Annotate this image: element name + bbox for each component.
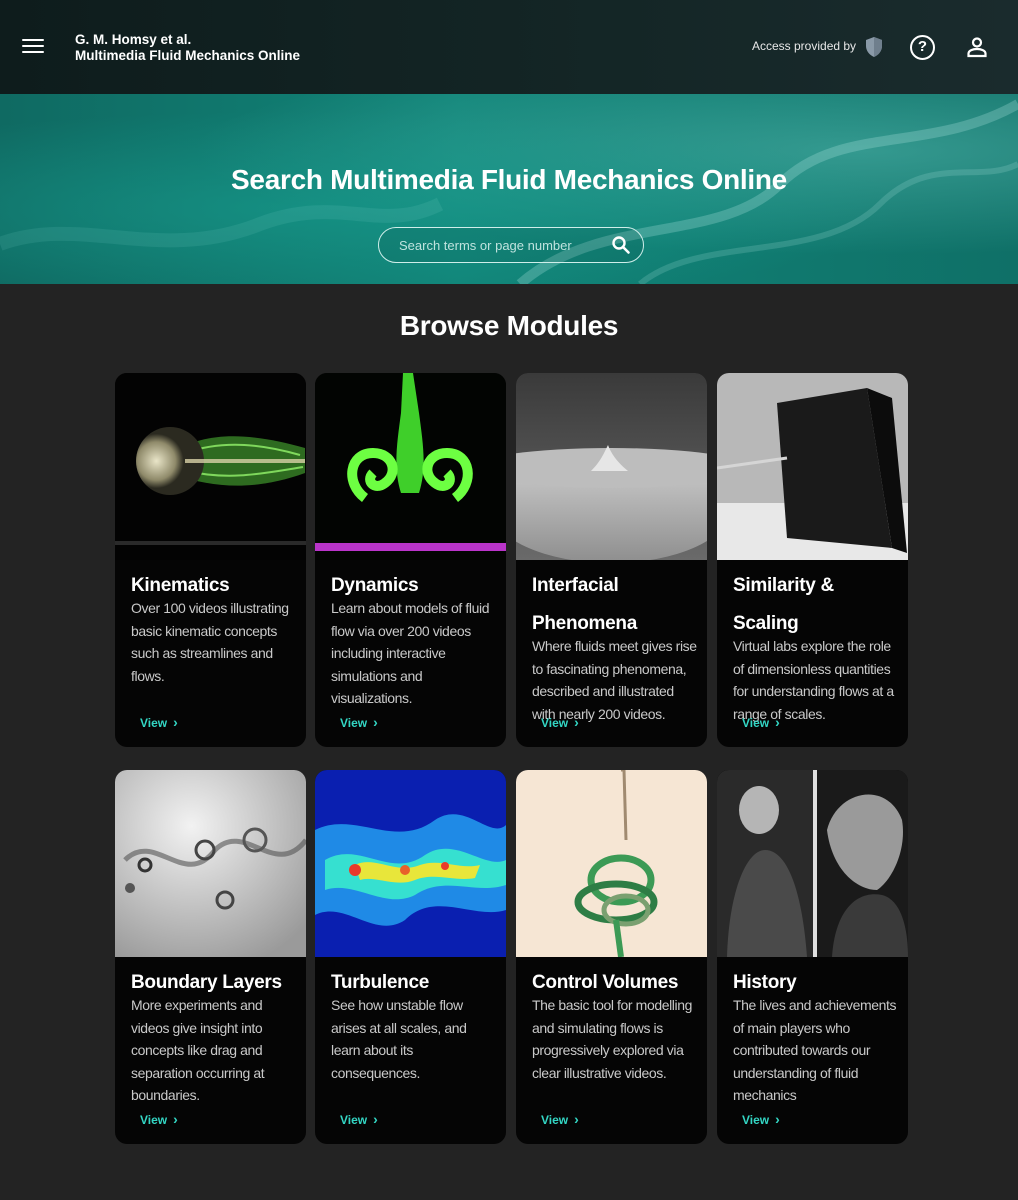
view-label: View: [340, 1113, 368, 1127]
module-card-similarity-scaling[interactable]: Similarity & Scaling Virtual labs explor…: [717, 373, 908, 747]
view-link[interactable]: View ›: [340, 1111, 378, 1127]
similarity-scaling-thumbnail: [717, 373, 908, 560]
module-card-control-volumes[interactable]: Control Volumes The basic tool for model…: [516, 770, 707, 1144]
browse-modules-heading: Browse Modules: [399, 310, 619, 341]
hamburger-menu-icon[interactable]: [22, 36, 44, 56]
module-card-turbulence[interactable]: Turbulence See how unstable flow arises …: [315, 770, 506, 1144]
search-box: [378, 227, 644, 263]
boundary-layers-thumbnail: [115, 770, 306, 957]
view-link[interactable]: View ›: [742, 714, 780, 730]
view-link[interactable]: View ›: [541, 1111, 579, 1127]
chevron-right-icon: ›: [173, 1111, 178, 1127]
view-link[interactable]: View ›: [340, 714, 378, 730]
module-card-dynamics[interactable]: Dynamics Learn about models of fluid flo…: [315, 373, 506, 747]
module-description: The lives and achievements of main playe…: [733, 997, 897, 1103]
view-link[interactable]: View ›: [140, 714, 178, 730]
dynamics-thumbnail: [315, 373, 506, 560]
module-card-boundary-layers[interactable]: Boundary Layers More experiments and vid…: [115, 770, 306, 1144]
module-description: Where fluids meet gives rise to fascinat…: [532, 638, 697, 722]
module-card-kinematics[interactable]: Kinematics Over 100 videos illustrating …: [115, 373, 306, 747]
module-card-history[interactable]: History The lives and achievements of ma…: [717, 770, 908, 1144]
site-title[interactable]: G. M. Homsy et al. Multimedia Fluid Mech…: [75, 32, 300, 64]
search-input[interactable]: [399, 236, 599, 254]
view-link[interactable]: View ›: [742, 1111, 780, 1127]
institution-shield-icon: [866, 37, 882, 57]
turbulence-thumbnail: [315, 770, 506, 957]
view-label: View: [140, 716, 168, 730]
module-title: Similarity & Scaling: [733, 575, 834, 634]
history-thumbnail: [717, 770, 908, 957]
view-label: View: [541, 1113, 569, 1127]
chevron-right-icon: ›: [574, 1111, 579, 1127]
module-description: More experiments and videos give insight…: [131, 997, 265, 1103]
interfacial-phenomena-thumbnail: [516, 373, 707, 560]
module-description: Virtual labs explore the role of dimensi…: [733, 638, 894, 722]
view-label: View: [541, 716, 569, 730]
module-description: See how unstable flow arises at all scal…: [331, 997, 467, 1081]
view-label: View: [340, 716, 368, 730]
site-author: G. M. Homsy et al.: [75, 32, 192, 47]
chevron-right-icon: ›: [373, 714, 378, 730]
view-label: View: [742, 1113, 770, 1127]
chevron-right-icon: ›: [775, 714, 780, 730]
view-label: View: [140, 1113, 168, 1127]
site-name: Multimedia Fluid Mechanics Online: [75, 48, 301, 63]
module-description: Over 100 videos illustrating basic kinem…: [131, 600, 289, 684]
module-title: Interfacial Phenomena: [532, 575, 637, 634]
kinematics-thumbnail: [115, 373, 306, 560]
chevron-right-icon: ›: [775, 1111, 780, 1127]
control-volumes-thumbnail: [516, 770, 707, 957]
module-description: Learn about models of fluid flow via ove…: [331, 600, 490, 706]
help-circle-icon[interactable]: ?: [910, 35, 935, 60]
user-account-icon[interactable]: [965, 35, 989, 59]
chevron-right-icon: ›: [373, 1111, 378, 1127]
view-label: View: [742, 716, 770, 730]
view-link[interactable]: View ›: [140, 1111, 178, 1127]
access-label: Access provided by: [752, 39, 857, 53]
module-description: The basic tool for modelling and simulat…: [532, 997, 692, 1081]
view-link[interactable]: View ›: [541, 714, 579, 730]
chevron-right-icon: ›: [574, 714, 579, 730]
search-icon[interactable]: [611, 235, 631, 255]
chevron-right-icon: ›: [173, 714, 178, 730]
top-bar: G. M. Homsy et al. Multimedia Fluid Mech…: [0, 0, 1018, 94]
hero-title: Search Multimedia Fluid Mechanics Online: [231, 164, 787, 195]
module-card-interfacial-phenomena[interactable]: Interfacial Phenomena Where fluids meet …: [516, 373, 707, 747]
